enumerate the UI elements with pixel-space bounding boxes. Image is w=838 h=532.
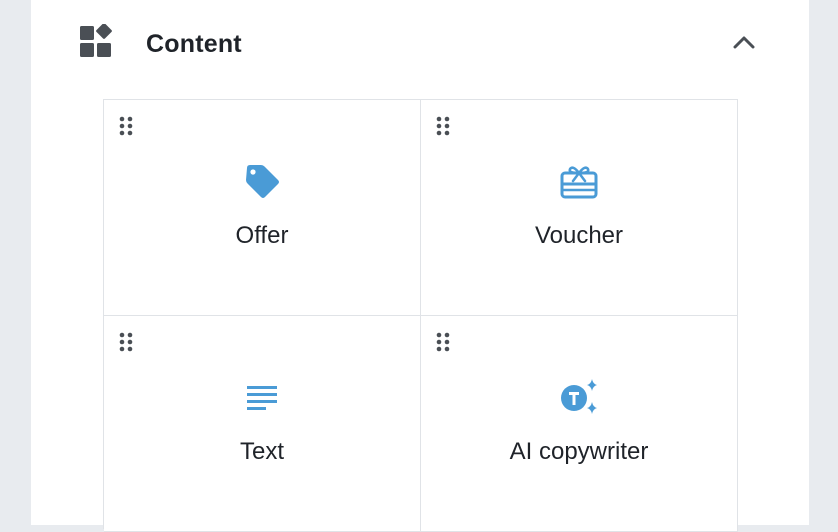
tile-label: Offer	[235, 222, 289, 249]
text-lines-icon	[247, 386, 277, 410]
tile-label: AI copywriter	[509, 438, 649, 465]
drag-handle-icon[interactable]	[435, 331, 451, 353]
drag-handle-icon[interactable]	[118, 331, 134, 353]
gift-card-icon	[560, 166, 598, 199]
chevron-up-icon	[733, 36, 755, 49]
tile-label: Voucher	[534, 222, 624, 249]
content-block-text[interactable]: Text	[104, 316, 421, 532]
content-blocks-grid: Offer Voucher Text AI copywriter	[103, 99, 738, 532]
tag-icon	[246, 165, 279, 198]
content-block-offer[interactable]: Offer	[104, 100, 421, 316]
ai-sparkle-icon	[561, 379, 597, 414]
drag-handle-icon[interactable]	[118, 115, 134, 137]
widgets-icon	[80, 24, 112, 57]
content-block-ai-copywriter[interactable]: AI copywriter	[421, 316, 738, 532]
section-title: Content	[146, 30, 242, 58]
drag-handle-icon[interactable]	[435, 115, 451, 137]
tile-label: Text	[239, 438, 284, 465]
content-panel: Content Offer Voucher Text AI copywriter	[31, 0, 809, 532]
collapse-button[interactable]	[728, 26, 760, 58]
content-block-voucher[interactable]: Voucher	[421, 100, 738, 316]
section-header[interactable]: Content	[31, 0, 809, 96]
